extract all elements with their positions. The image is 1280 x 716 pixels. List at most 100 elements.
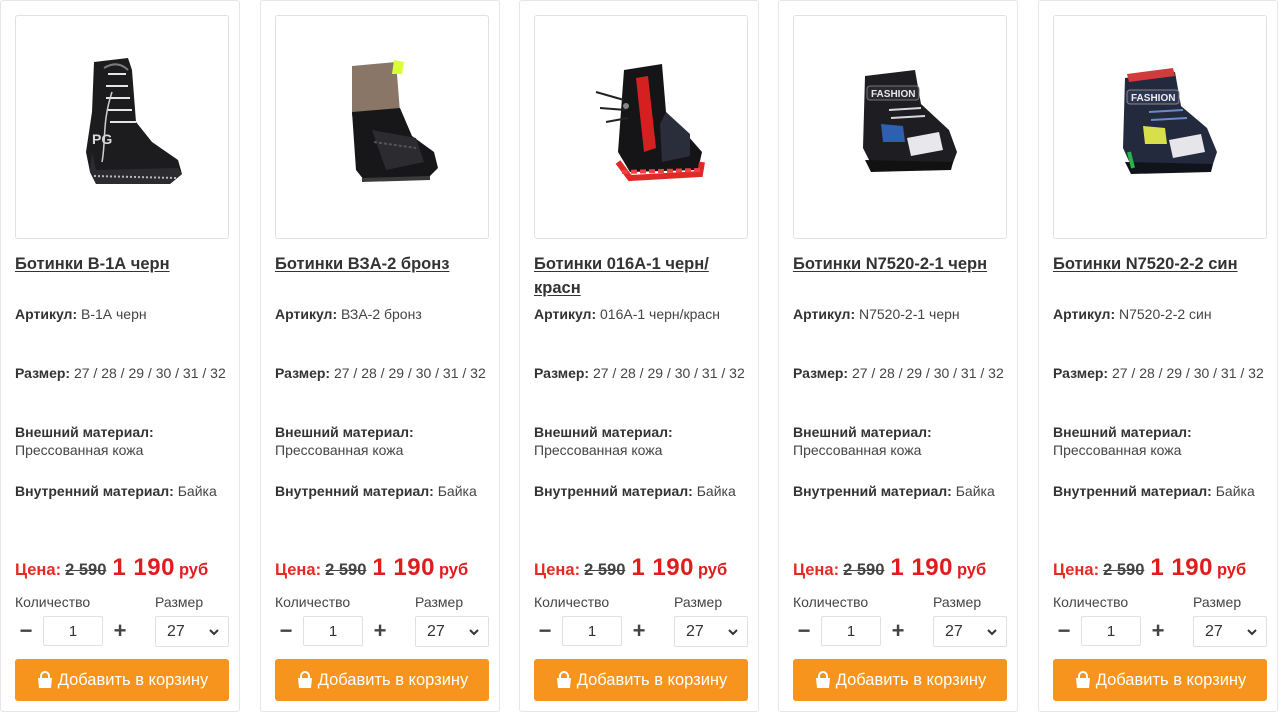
decrease-quantity-button[interactable]: − — [534, 616, 556, 646]
size-spec: Размер: 27 / 28 / 29 / 30 / 31 / 32 — [793, 364, 1007, 382]
quantity-input[interactable] — [303, 616, 363, 646]
shopping-bag-icon — [1075, 671, 1090, 688]
price-block: Цена: 2 590 1 190 руб — [275, 554, 505, 582]
product-title-link[interactable]: Ботинки N7520-2-2 син — [1053, 252, 1267, 276]
boot-image: PG — [86, 58, 182, 184]
quantity-input[interactable] — [562, 616, 622, 646]
decrease-quantity-button[interactable]: − — [15, 616, 37, 646]
article-spec: Артикул: ВЗА-2 бронз — [275, 305, 489, 323]
product-title-link[interactable]: Ботинки ВЗА-2 бронз — [275, 252, 489, 276]
product-image[interactable]: PG — [15, 15, 229, 239]
quantity-label: Количество — [1053, 594, 1129, 610]
decrease-quantity-button[interactable]: − — [793, 616, 815, 646]
inner-material-value: Байка — [1215, 483, 1255, 499]
svg-text:PG: PG — [92, 131, 112, 147]
product-image[interactable] — [275, 15, 489, 239]
outer-material-value: Прессованная кожа — [15, 442, 144, 458]
quantity-label: Количество — [275, 594, 351, 610]
quantity-stepper: − + — [534, 616, 650, 646]
old-price: 2 590 — [584, 561, 626, 579]
new-price: 1 190 — [631, 554, 694, 581]
shopping-bag-icon — [556, 671, 571, 688]
new-price: 1 190 — [890, 554, 953, 581]
add-to-cart-label: Добавить в корзину — [57, 670, 209, 689]
size-spec: Размер: 27 / 28 / 29 / 30 / 31 / 32 — [275, 364, 489, 382]
chevron-down-icon — [209, 629, 219, 636]
size-dropdown[interactable]: 27 — [1193, 616, 1267, 647]
add-to-cart-button[interactable]: Добавить в корзину — [534, 659, 748, 701]
decrease-quantity-button[interactable]: − — [275, 616, 297, 646]
quantity-input[interactable] — [1081, 616, 1141, 646]
quantity-stepper: − + — [793, 616, 909, 646]
product-title-link[interactable]: Ботинки N7520-2-1 черн — [793, 252, 1007, 276]
increase-quantity-button[interactable]: + — [1147, 616, 1169, 646]
article-spec: Артикул: 016А-1 черн/красн — [534, 305, 748, 323]
size-label: Размер: — [15, 365, 71, 381]
outer-material-label: Внешний материал: — [534, 424, 673, 440]
product-image[interactable] — [534, 15, 748, 239]
inner-material-spec: Внутренний материал: Байка — [15, 482, 229, 500]
quantity-label: Количество — [793, 594, 869, 610]
add-to-cart-button[interactable]: Добавить в корзину — [793, 659, 1007, 701]
outer-material-spec: Внешний материал: Прессованная кожа — [1053, 423, 1267, 459]
increase-quantity-button[interactable]: + — [887, 616, 909, 646]
product-card: PG Ботинки В-1А черн Артикул: В-1А черн … — [0, 0, 240, 712]
article-value: 016А-1 черн/красн — [600, 306, 720, 322]
size-dropdown[interactable]: 27 — [415, 616, 489, 647]
article-value: N7520-2-1 черн — [859, 306, 960, 322]
size-select-label: Размер — [415, 594, 464, 610]
price-label: Цена: — [15, 561, 62, 579]
size-value: 27 / 28 / 29 / 30 / 31 / 32 — [73, 365, 226, 381]
quantity-stepper: − + — [1053, 616, 1169, 646]
price-label: Цена: — [793, 561, 840, 579]
article-spec: Артикул: N7520-2-1 черн — [793, 305, 1007, 323]
size-label: Размер: — [534, 365, 590, 381]
quantity-input[interactable] — [43, 616, 103, 646]
boot-image: FASHION — [863, 70, 957, 172]
quantity-label: Количество — [534, 594, 610, 610]
add-to-cart-button[interactable]: Добавить в корзину — [275, 659, 489, 701]
size-dropdown[interactable]: 27 — [674, 616, 748, 647]
quantity-stepper: − + — [15, 616, 131, 646]
size-spec: Размер: 27 / 28 / 29 / 30 / 31 / 32 — [1053, 364, 1267, 382]
product-image[interactable]: FASHION — [793, 15, 1007, 239]
size-dropdown-value: 27 — [1205, 622, 1223, 640]
inner-material-spec: Внутренний материал: Байка — [534, 482, 748, 500]
size-select-label: Размер — [1193, 594, 1242, 610]
size-dropdown[interactable]: 27 — [155, 616, 229, 647]
chevron-down-icon — [987, 629, 997, 636]
article-label: Артикул: — [1053, 306, 1116, 322]
new-price: 1 190 — [1150, 554, 1213, 581]
outer-material-spec: Внешний материал: Прессованная кожа — [793, 423, 1007, 459]
size-dropdown[interactable]: 27 — [933, 616, 1007, 647]
increase-quantity-button[interactable]: + — [369, 616, 391, 646]
outer-material-value: Прессованная кожа — [793, 442, 922, 458]
boot-image — [352, 60, 438, 182]
product-title-link[interactable]: Ботинки В-1А черн — [15, 252, 229, 276]
increase-quantity-button[interactable]: + — [109, 616, 131, 646]
inner-material-spec: Внутренний материал: Байка — [793, 482, 1007, 500]
increase-quantity-button[interactable]: + — [628, 616, 650, 646]
article-value: В-1А черн — [81, 306, 147, 322]
decrease-quantity-button[interactable]: − — [1053, 616, 1075, 646]
inner-material-spec: Внутренний материал: Байка — [1053, 482, 1267, 500]
outer-material-spec: Внешний материал: Прессованная кожа — [15, 423, 229, 459]
size-select-label: Размер — [933, 594, 982, 610]
price-block: Цена: 2 590 1 190 руб — [534, 554, 764, 582]
price-block: Цена: 2 590 1 190 руб — [15, 554, 245, 582]
price-label: Цена: — [1053, 561, 1100, 579]
shopping-bag-icon — [815, 671, 830, 688]
add-to-cart-button[interactable]: Добавить в корзину — [15, 659, 229, 701]
article-spec: Артикул: N7520-2-2 син — [1053, 305, 1267, 323]
outer-material-value: Прессованная кожа — [534, 442, 663, 458]
add-to-cart-label: Добавить в корзину — [576, 670, 728, 689]
old-price: 2 590 — [843, 561, 885, 579]
product-card: Ботинки 016А-1 черн/красн Артикул: 016А-… — [519, 0, 759, 712]
size-spec: Размер: 27 / 28 / 29 / 30 / 31 / 32 — [15, 364, 229, 382]
size-select-label: Размер — [155, 594, 204, 610]
old-price: 2 590 — [1103, 561, 1145, 579]
product-image[interactable]: FASHION — [1053, 15, 1267, 239]
quantity-input[interactable] — [821, 616, 881, 646]
product-title-link[interactable]: Ботинки 016А-1 черн/красн — [534, 252, 748, 300]
add-to-cart-button[interactable]: Добавить в корзину — [1053, 659, 1267, 701]
